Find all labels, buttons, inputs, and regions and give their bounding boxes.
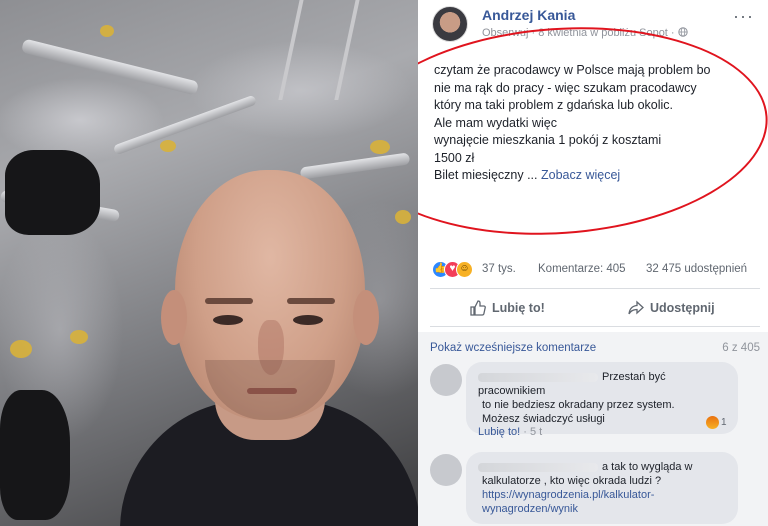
more-options-icon[interactable]: ··· — [733, 6, 754, 27]
share-arrow-icon — [628, 299, 644, 319]
photo-bag — [0, 390, 70, 520]
haha-reaction-icon: ☺ — [456, 261, 473, 278]
shares-count[interactable]: 32 475 udostępnień — [646, 263, 747, 275]
photo-spot — [100, 25, 114, 37]
comment-actions: Lubię to! · 5 t — [478, 426, 542, 438]
comment-text-line: a tak to wygląda w — [602, 461, 693, 473]
comment-text-line: kalkulatorze , kto więc okrada ludzi ? — [482, 475, 662, 487]
post-stats: 👍 ♥ ☺ 37 tys. Komentarze: 405 32 475 udo… — [432, 260, 762, 280]
post-meta: Obserwuj · 8 kwietnia w pobliżu Sopot · — [482, 27, 688, 39]
person-head — [161, 170, 379, 420]
photo-spot — [10, 340, 32, 358]
see-more-link[interactable]: Zobacz więcej — [541, 168, 620, 182]
post-meta-text[interactable]: Obserwuj · 8 kwietnia w pobliżu Sopot · — [482, 27, 678, 39]
person-ear — [161, 290, 187, 345]
person-brow — [205, 298, 253, 304]
comment-link[interactable]: wynagrodzen/wynik — [482, 503, 578, 515]
post-photo[interactable] — [0, 0, 418, 526]
commenter-avatar[interactable] — [430, 454, 462, 486]
post-header: Andrzej Kania Obserwuj · 8 kwietnia w po… — [418, 0, 768, 48]
author-name[interactable]: Andrzej Kania — [482, 7, 575, 23]
comments-section: Pokaż wcześniejsze komentarze 6 z 405 Pr… — [418, 332, 768, 526]
like-button-label: Lubię to! — [492, 301, 545, 315]
comment-link[interactable]: https://wynagrodzenia.pl/kalkulator- — [482, 489, 654, 501]
comment-reactions[interactable]: 1 — [706, 416, 727, 429]
comment-link-block: https://wynagrodzenia.pl/kalkulator- wyn… — [478, 488, 726, 516]
post-text-last-line: Bilet miesięczny ... Zobacz więcej — [434, 167, 754, 185]
thumbs-up-icon — [470, 299, 486, 319]
photo-spot — [70, 330, 88, 344]
comment-first-line: a tak to wygląda w — [478, 460, 726, 474]
post-text-line: wynajęcie mieszkania 1 pokój z kosztami — [434, 133, 662, 147]
author-avatar[interactable] — [432, 6, 468, 42]
post-panel: Andrzej Kania Obserwuj · 8 kwietnia w po… — [418, 0, 768, 526]
comment-first-line: Przestań być pracownikiem — [478, 370, 726, 398]
post-text-line: który ma taki problem z gdańska lub okol… — [434, 98, 673, 112]
comment-text-line: Możesz świadczyć usługi — [482, 413, 605, 425]
person-eye — [213, 315, 243, 325]
post-text-line: czytam że pracodawcy w Polsce mają probl… — [434, 63, 711, 77]
photo-bag — [5, 150, 100, 235]
reactions-count[interactable]: 37 tys. — [482, 263, 516, 275]
post-actions: Lubię to! Udostępnij — [418, 290, 768, 326]
share-button[interactable]: Udostępnij — [628, 298, 715, 318]
person-brow — [287, 298, 335, 304]
comment-time: · 5 t — [523, 426, 543, 438]
photo-person — [120, 150, 418, 526]
reaction-icons[interactable]: 👍 ♥ ☺ — [432, 261, 484, 279]
comment-like-link[interactable]: Lubię to! — [478, 426, 520, 438]
angry-reaction-icon — [706, 416, 719, 429]
share-button-label: Udostępnij — [650, 301, 715, 315]
like-button[interactable]: Lubię to! — [470, 298, 545, 318]
blurred-commenter-name — [478, 372, 598, 382]
post-text-line: nie ma rąk do pracy - więc szukam pracod… — [434, 80, 697, 95]
post-text-line: Ale mam wydatki więc — [434, 115, 557, 130]
post-text-line: Bilet miesięczny ... — [434, 168, 541, 182]
person-ear — [353, 290, 379, 345]
divider — [430, 288, 760, 289]
comments-page-count: 6 z 405 — [722, 342, 760, 354]
globe-icon — [677, 27, 688, 39]
person-mouth — [247, 388, 297, 394]
comments-count[interactable]: Komentarze: 405 — [538, 263, 626, 275]
comment-reaction-count: 1 — [721, 417, 727, 429]
person-eye — [293, 315, 323, 325]
post-text: czytam że pracodawcy w Polsce mają probl… — [434, 62, 754, 185]
comment-bubble: Przestań być pracownikiem to nie bedzies… — [466, 362, 738, 434]
comment-text-line: to nie bedziesz okradany przez system. — [482, 399, 675, 411]
commenter-avatar[interactable] — [430, 364, 462, 396]
comment-bubble: a tak to wygląda w kalkulatorze , kto wi… — [466, 452, 738, 524]
show-previous-comments-link[interactable]: Pokaż wcześniejsze komentarze — [430, 342, 596, 354]
blurred-commenter-name — [478, 462, 598, 472]
divider — [430, 326, 760, 327]
post-text-line: 1500 zł — [434, 150, 475, 165]
